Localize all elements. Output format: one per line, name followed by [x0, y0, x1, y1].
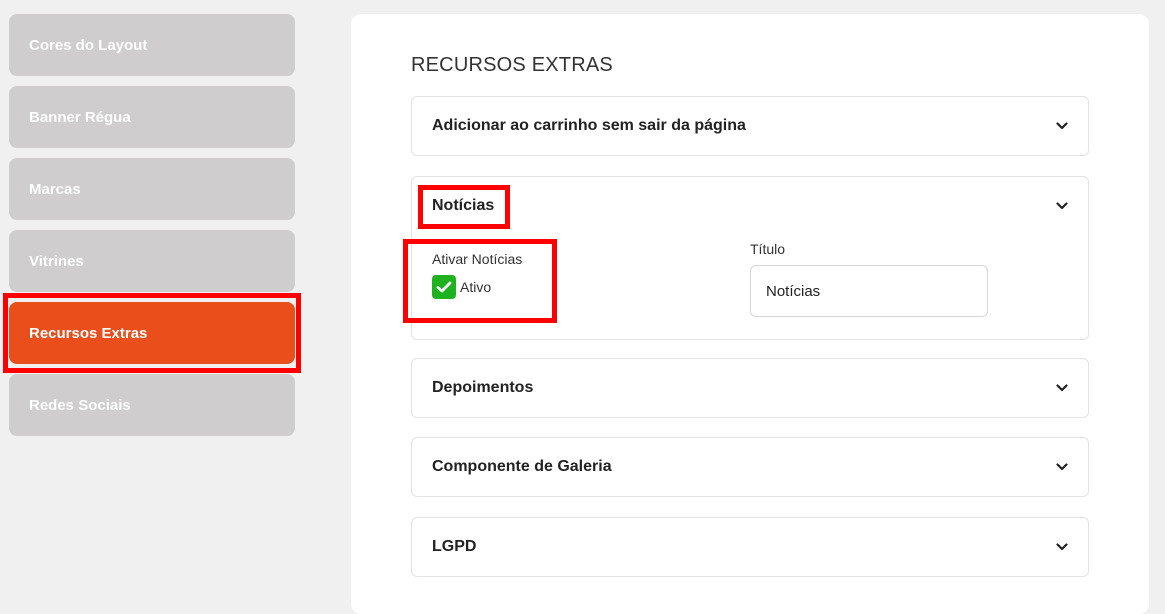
accordion-header-carrinho[interactable]: Adicionar ao carrinho sem sair da página — [412, 97, 1088, 155]
ativo-checkbox[interactable] — [432, 275, 456, 299]
accordion-header-galeria[interactable]: Componente de Galeria — [412, 438, 1088, 496]
sidebar-item-label: Cores do Layout — [29, 36, 148, 54]
accordion-header-depoimentos[interactable]: Depoimentos — [412, 359, 1088, 417]
chevron-down-icon — [1056, 543, 1068, 551]
accordion-noticias: Notícias Ativar Notícias Ativo Título — [403, 176, 1089, 340]
sidebar-item-label: Marcas — [29, 180, 81, 198]
titulo-input[interactable] — [750, 265, 988, 317]
accordion-label: Depoimentos — [432, 379, 534, 396]
sidebar-item-label: Redes Sociais — [29, 396, 131, 414]
ativar-noticias-label: Ativar Notícias — [432, 251, 523, 267]
accordion-galeria: Componente de Galeria — [411, 437, 1089, 497]
accordion-header-noticias[interactable]: Notícias — [412, 177, 1088, 235]
sidebar-item-label: Vitrines — [29, 252, 84, 270]
accordion-label: LGPD — [432, 538, 477, 555]
sidebar-item-marcas[interactable]: Marcas — [9, 158, 295, 220]
sidebar-item-redes-sociais[interactable]: Redes Sociais — [9, 374, 295, 436]
accordion-lgpd: LGPD — [411, 517, 1089, 577]
chevron-down-icon — [1056, 384, 1068, 392]
chevron-down-icon — [1056, 463, 1068, 471]
accordion-depoimentos: Depoimentos — [411, 358, 1089, 418]
accordion-header-lgpd[interactable]: LGPD — [412, 518, 1088, 576]
page-title: RECURSOS EXTRAS — [411, 54, 613, 76]
sidebar-item-label: Recursos Extras — [29, 324, 148, 342]
sidebar: Cores do Layout Banner Régua Marcas Vitr… — [3, 14, 301, 446]
accordion-body-noticias: Ativar Notícias Ativo Título — [403, 235, 1088, 339]
accordion-label: Adicionar ao carrinho sem sair da página — [432, 117, 746, 134]
chevron-down-icon — [1056, 122, 1068, 130]
sidebar-item-label: Banner Régua — [29, 108, 131, 126]
chevron-down-icon — [1056, 202, 1068, 210]
titulo-label: Título — [750, 241, 786, 257]
sidebar-item-banner-regua[interactable]: Banner Régua — [9, 86, 295, 148]
sidebar-item-cores-do-layout[interactable]: Cores do Layout — [9, 14, 295, 76]
check-icon — [436, 281, 452, 293]
main-panel: RECURSOS EXTRAS Adicionar ao carrinho se… — [351, 14, 1149, 614]
ativo-label: Ativo — [460, 279, 492, 295]
accordion-label: Notícias — [432, 197, 495, 214]
accordion-carrinho: Adicionar ao carrinho sem sair da página — [411, 96, 1089, 156]
accordion-label: Componente de Galeria — [432, 458, 612, 475]
sidebar-item-recursos-extras[interactable]: Recursos Extras — [3, 293, 301, 373]
sidebar-item-vitrines[interactable]: Vitrines — [9, 230, 295, 292]
